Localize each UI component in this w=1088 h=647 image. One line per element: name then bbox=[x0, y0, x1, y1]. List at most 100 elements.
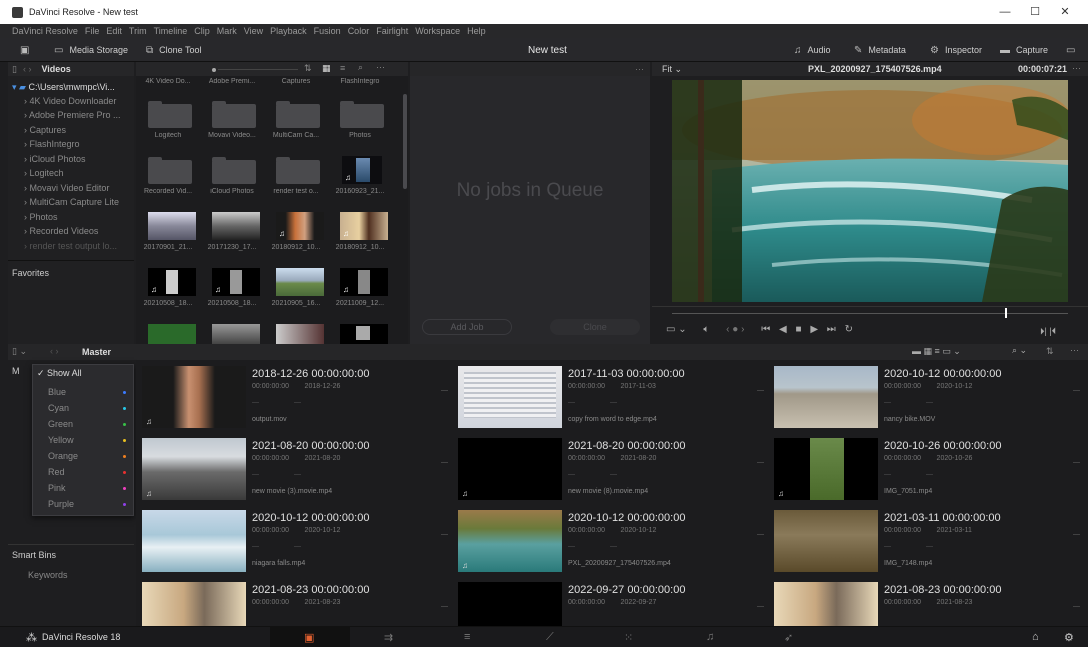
home-icon[interactable]: ⌂ bbox=[1032, 631, 1039, 643]
folder-icon[interactable] bbox=[212, 157, 256, 184]
clip-item[interactable]: 2021-08-23 00:00:00:00 00:00:00:00 2021-… bbox=[142, 582, 454, 626]
maximize-button[interactable]: ☐ bbox=[1020, 0, 1050, 24]
clone-button[interactable]: Clone bbox=[550, 319, 640, 335]
play-icon[interactable]: ▶ bbox=[810, 324, 818, 335]
media-thumbnail[interactable]: ♫ bbox=[340, 268, 388, 296]
color-page-icon[interactable]: ⁙ bbox=[624, 631, 633, 644]
minimize-button[interactable]: — bbox=[990, 0, 1020, 24]
clip-item[interactable]: 2017-11-03 00:00:00:00 00:00:00:00 2017-… bbox=[458, 366, 770, 434]
folder-icon[interactable] bbox=[148, 101, 192, 128]
tree-item[interactable]: › Photos bbox=[24, 212, 58, 222]
view-mode-icons[interactable]: ▬ ▦ ≡ ▭ ⌄ bbox=[912, 346, 961, 357]
purple-option[interactable]: Purple bbox=[48, 499, 74, 509]
reverse-icon[interactable]: ◀ bbox=[779, 324, 787, 335]
media-storage-button[interactable]: ▭ Media Storage bbox=[54, 38, 128, 62]
folder-icon[interactable] bbox=[340, 101, 384, 128]
grid-view-icon[interactable]: ▦ bbox=[322, 63, 331, 74]
edit-page-icon[interactable]: ≡ bbox=[464, 631, 470, 643]
tree-item[interactable]: › Movavi Video Editor bbox=[24, 183, 109, 193]
clip-item[interactable]: ♫ 2021-08-20 00:00:00:00 00:00:00:00 202… bbox=[458, 438, 770, 506]
yellow-option[interactable]: Yellow bbox=[48, 435, 74, 445]
scrubber-track[interactable] bbox=[672, 313, 1068, 314]
media-thumbnail[interactable] bbox=[212, 324, 260, 344]
clip-item[interactable]: 2022-09-27 00:00:00:00 00:00:00:00 2022-… bbox=[458, 582, 770, 626]
folder-icon[interactable] bbox=[212, 101, 256, 128]
metadata-button[interactable]: ✎ Metadata bbox=[854, 38, 906, 62]
media-thumbnail[interactable] bbox=[340, 324, 388, 344]
media-thumbnail[interactable] bbox=[148, 212, 196, 240]
nav-arrows-icon[interactable]: ‹ › bbox=[50, 346, 59, 356]
tree-item[interactable]: › Logitech bbox=[24, 168, 64, 178]
media-thumbnail[interactable]: ♫ bbox=[212, 268, 260, 296]
tree-item[interactable]: › 4K Video Downloader bbox=[24, 96, 116, 106]
media-page-tab[interactable]: ▣ bbox=[270, 627, 350, 647]
list-view-icon[interactable]: ≡ bbox=[340, 63, 345, 73]
capture-button[interactable]: ▬ Capture bbox=[1000, 38, 1048, 62]
blue-option[interactable]: Blue bbox=[48, 387, 66, 397]
more-options-icon[interactable]: ··· bbox=[376, 62, 385, 72]
folder-icon[interactable] bbox=[148, 157, 192, 184]
cut-page-icon[interactable]: ⇉ bbox=[384, 631, 393, 644]
tree-item[interactable]: › MultiCam Capture Lite bbox=[24, 197, 119, 207]
mark-in-out-icons[interactable]: ⏵| |⏴ bbox=[1040, 326, 1056, 337]
media-thumbnail[interactable]: ♫ bbox=[340, 212, 388, 240]
speaker-icon[interactable]: 🔈︎ bbox=[703, 324, 709, 335]
clip-item[interactable]: ♫ 2020-10-26 00:00:00:00 00:00:00:00 202… bbox=[774, 438, 1086, 506]
add-job-button[interactable]: Add Job bbox=[422, 319, 512, 335]
sort-icon[interactable]: ⇅ bbox=[1046, 346, 1054, 357]
panel-toggle-icon[interactable]: ▣ bbox=[20, 38, 35, 62]
clip-item[interactable]: 2021-03-11 00:00:00:00 00:00:00:00 2021-… bbox=[774, 510, 1086, 578]
zoom-slider[interactable] bbox=[218, 69, 298, 70]
red-option[interactable]: Red bbox=[48, 467, 65, 477]
tree-item[interactable]: › render test output lo... bbox=[24, 241, 117, 251]
clip-item[interactable]: 2020-10-12 00:00:00:00 00:00:00:00 2020-… bbox=[142, 510, 454, 578]
tree-item[interactable]: › FlashIntegro bbox=[24, 139, 80, 149]
clip-item[interactable]: ♫ 2018-12-26 00:00:00:00 00:00:00:00 201… bbox=[142, 366, 454, 434]
media-thumbnail[interactable]: ♫ bbox=[342, 156, 382, 184]
keywords-bin[interactable]: Keywords bbox=[28, 570, 68, 580]
media-thumbnail[interactable]: ♫ bbox=[148, 268, 196, 296]
menu-view[interactable]: View bbox=[244, 26, 263, 36]
zoom-dropdown[interactable]: Fit ⌄ bbox=[662, 64, 682, 75]
tree-item[interactable]: › Adobe Premiere Pro ... bbox=[24, 110, 121, 120]
fairlight-page-icon[interactable]: ♫ bbox=[706, 631, 714, 643]
loop-icon[interactable]: ↻ bbox=[845, 324, 853, 335]
orange-option[interactable]: Orange bbox=[48, 451, 78, 461]
menu-fusion[interactable]: Fusion bbox=[314, 26, 341, 36]
sort-icon[interactable]: ⇅ bbox=[304, 63, 312, 74]
tree-item[interactable]: › iCloud Photos bbox=[24, 154, 86, 164]
menu-edit[interactable]: Edit bbox=[106, 26, 122, 36]
clone-tool-button[interactable]: ⧉ Clone Tool bbox=[146, 38, 202, 62]
menu-timeline[interactable]: Timeline bbox=[154, 26, 188, 36]
stop-icon[interactable]: ■ bbox=[795, 324, 801, 335]
media-thumbnail[interactable] bbox=[276, 324, 324, 344]
storage-root[interactable]: ▾ ▰ C:\Users\mwmpc\Vi... bbox=[12, 82, 115, 93]
monitor-icon[interactable]: ▭ bbox=[1066, 38, 1081, 62]
pink-option[interactable]: Pink bbox=[48, 483, 66, 493]
folder-icon[interactable] bbox=[276, 101, 320, 128]
display-mode-icon[interactable]: ▭ ⌄ bbox=[666, 324, 687, 335]
jump-start-icon[interactable]: ⏮︎ bbox=[761, 324, 770, 335]
more-options-icon[interactable]: ··· bbox=[635, 64, 644, 74]
more-options-icon[interactable]: ··· bbox=[1070, 345, 1079, 355]
nav-arrows-icon[interactable]: ‹ › bbox=[23, 64, 32, 74]
scrollbar[interactable] bbox=[403, 94, 407, 189]
close-button[interactable]: ✕ bbox=[1050, 0, 1080, 24]
more-options-icon[interactable]: ··· bbox=[1072, 63, 1081, 73]
clip-item[interactable]: 2020-10-12 00:00:00:00 00:00:00:00 2020-… bbox=[774, 366, 1086, 434]
jump-end-icon[interactable]: ⏭︎ bbox=[827, 324, 836, 335]
fusion-page-icon[interactable]: ⟋ bbox=[546, 631, 554, 644]
menu-file[interactable]: File bbox=[85, 26, 100, 36]
menu-workspace[interactable]: Workspace bbox=[415, 26, 460, 36]
media-thumbnail[interactable] bbox=[148, 324, 196, 344]
media-thumbnail[interactable]: ♫ bbox=[276, 212, 324, 240]
menu-fairlight[interactable]: Fairlight bbox=[376, 26, 408, 36]
menu-davinci[interactable]: DaVinci Resolve bbox=[12, 26, 78, 36]
menu-trim[interactable]: Trim bbox=[129, 26, 147, 36]
menu-color[interactable]: Color bbox=[348, 26, 370, 36]
tree-item[interactable]: › Captures bbox=[24, 125, 66, 135]
settings-gear-icon[interactable]: ⚙ bbox=[1064, 631, 1074, 644]
green-option[interactable]: Green bbox=[48, 419, 73, 429]
show-all-option[interactable]: ✓ Show All bbox=[37, 368, 82, 379]
menu-mark[interactable]: Mark bbox=[217, 26, 237, 36]
